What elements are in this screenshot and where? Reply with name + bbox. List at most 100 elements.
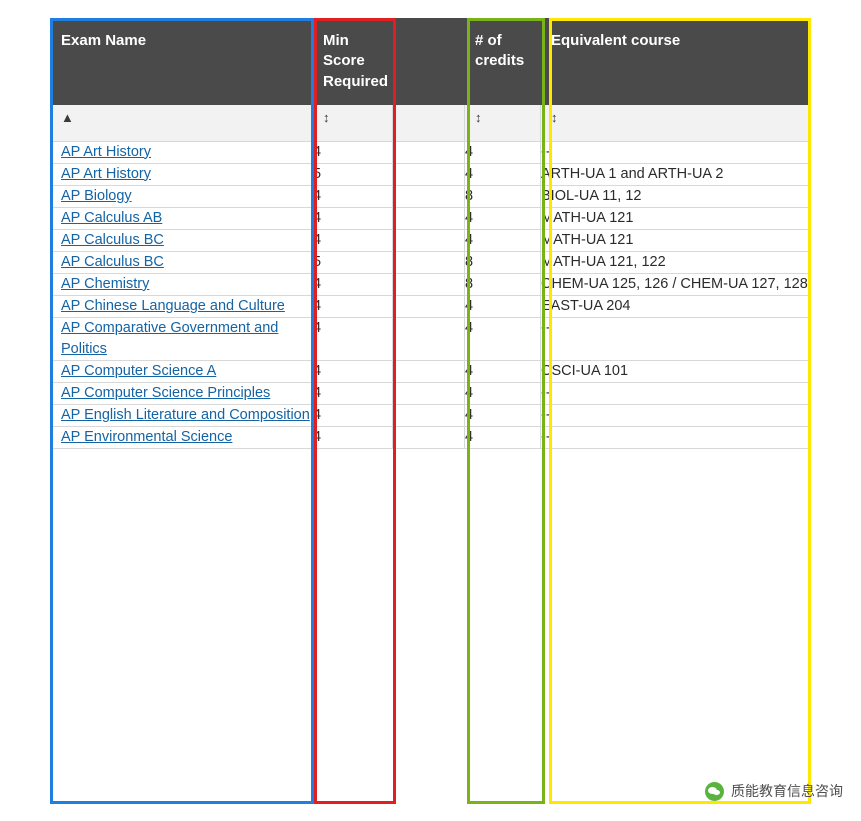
cell-equivalent-course: ARTH-UA 1 and ARTH-UA 2	[540, 162, 811, 186]
exam-name-link[interactable]: AP Calculus BC	[61, 232, 164, 248]
table-row: AP Art History 5 4 ARTH-UA 1 and ARTH-UA 2	[50, 162, 811, 186]
cell-min-score: 4	[312, 272, 393, 296]
cell-spacer	[392, 403, 465, 427]
cell-credits: 8	[464, 184, 541, 208]
sort-control-min-score[interactable]: ↕	[312, 103, 393, 142]
sort-both-icon: ↕	[551, 109, 558, 125]
exam-name-link[interactable]: AP Environmental Science	[61, 429, 232, 445]
sort-control-equivalent-course[interactable]: ↕	[540, 103, 811, 142]
table-header-row: Exam Name Min Score Required ? # of cred…	[50, 18, 811, 105]
exam-name-link[interactable]: AP Calculus BC	[61, 254, 164, 270]
column-header-min-score[interactable]: Min Score Required ?	[312, 18, 436, 105]
cell-min-score: 5	[312, 250, 393, 274]
table-row: AP Comparative Government and Politics 4 4…	[50, 316, 811, 361]
cell-credits: 4	[464, 206, 541, 230]
cell-equivalent-course: CSCI-UA 101	[540, 359, 811, 383]
column-header-credits-label: # of credits	[475, 32, 525, 70]
cell-equivalent-course: MATH-UA 121	[540, 206, 811, 230]
exam-name-link[interactable]: AP Computer Science Principles	[61, 385, 270, 401]
column-header-equivalent-course[interactable]: Equivalent course	[540, 18, 811, 105]
watermark: 质能教育信息咨询	[705, 781, 843, 801]
cell-spacer	[392, 272, 465, 296]
cell-credits: 4	[464, 359, 541, 383]
table-body: AP Art History 4 4 -- AP Art History 5 4 ARTH-U…	[50, 140, 811, 449]
cell-equivalent-course: CHEM-UA 125, 126 / CHEM-UA 127, 128	[540, 272, 811, 296]
sort-both-icon: ↕	[475, 109, 482, 125]
cell-spacer	[392, 250, 465, 274]
cell-min-score: 4	[312, 425, 393, 449]
cell-equivalent-course: EAST-UA 204	[540, 294, 811, 318]
cell-equivalent-course: --	[540, 381, 811, 405]
cell-min-score: 4	[312, 403, 393, 427]
cell-equivalent-course: MATH-UA 121, 122	[540, 250, 811, 274]
table-row: AP English Literature and Composition 4 4-…	[50, 403, 811, 427]
cell-credits: 4	[464, 140, 541, 164]
exam-name-link[interactable]: AP Art History	[61, 166, 151, 182]
cell-exam-name: AP Chinese Language and Culture	[50, 294, 313, 318]
column-header-credits[interactable]: # of credits	[464, 18, 541, 105]
exam-name-link[interactable]: AP Comparative Government and Politics	[61, 320, 278, 357]
cell-spacer	[392, 184, 465, 208]
cell-spacer	[392, 381, 465, 405]
column-header-spacer	[392, 18, 465, 105]
sort-both-icon: ↕	[323, 109, 330, 125]
cell-credits: 4	[464, 228, 541, 252]
cell-equivalent-course: --	[540, 140, 811, 164]
ap-credit-table-container: Exam Name Min Score Required ? # of cred…	[50, 18, 811, 449]
column-header-equivalent-course-label: Equivalent course	[551, 32, 681, 49]
table-row: AP Calculus AB 4 4 MATH-UA 121	[50, 206, 811, 230]
exam-name-link[interactable]: AP Chemistry	[61, 276, 149, 292]
cell-exam-name: AP Art History	[50, 162, 313, 186]
cell-spacer	[392, 140, 465, 164]
column-header-exam-name-label: Exam Name	[61, 32, 147, 49]
exam-name-link[interactable]: AP Biology	[61, 188, 132, 204]
watermark-text: 质能教育信息咨询	[731, 784, 843, 800]
exam-name-link[interactable]: AP Chinese Language and Culture	[61, 298, 285, 314]
column-header-exam-name[interactable]: Exam Name	[50, 18, 313, 105]
wechat-logo-icon	[705, 781, 724, 801]
cell-exam-name: AP Computer Science Principles	[50, 381, 313, 405]
cell-spacer	[392, 425, 465, 449]
column-header-min-score-label: Min Score Required	[323, 32, 389, 90]
table-row: AP Computer Science Principles 4 4 --	[50, 381, 811, 405]
cell-equivalent-course: --	[540, 403, 811, 427]
exam-name-link[interactable]: AP English Literature and Composition	[61, 407, 310, 423]
cell-exam-name: AP Computer Science A	[50, 359, 313, 383]
cell-credits: 4	[464, 162, 541, 186]
screenshot-root: Exam Name Min Score Required ? # of cred…	[0, 0, 861, 821]
cell-credits: 4	[464, 294, 541, 318]
cell-exam-name: AP Calculus AB	[50, 206, 313, 230]
cell-exam-name: AP Calculus BC	[50, 250, 313, 274]
cell-min-score: 5	[312, 162, 393, 186]
cell-exam-name: AP Chemistry	[50, 272, 313, 296]
exam-name-link[interactable]: AP Computer Science A	[61, 363, 216, 379]
cell-equivalent-course: BIOL-UA 11, 12	[540, 184, 811, 208]
cell-min-score: 4	[312, 140, 393, 164]
cell-min-score: 4	[312, 206, 393, 230]
cell-spacer	[392, 294, 465, 318]
cell-equivalent-course: MATH-UA 121	[540, 228, 811, 252]
cell-spacer	[392, 316, 465, 361]
cell-credits: 8	[464, 272, 541, 296]
cell-exam-name: AP Art History	[50, 140, 313, 164]
sort-control-exam-name[interactable]: ▲	[50, 103, 313, 142]
cell-min-score: 4	[312, 184, 393, 208]
table-row: AP Art History 4 4 --	[50, 140, 811, 164]
sort-control-credits[interactable]: ↕	[464, 103, 541, 142]
cell-credits: 8	[464, 250, 541, 274]
cell-min-score: 4	[312, 316, 393, 361]
sort-asc-icon: ▲	[61, 109, 74, 125]
table-row: AP Biology 4 8 BIOL-UA 11, 12	[50, 184, 811, 208]
table-row: AP Calculus BC 5 8 MATH-UA 121, 122	[50, 250, 811, 274]
table-sort-row: ▲ ↕ ↕ ↕	[50, 103, 811, 142]
cell-exam-name: AP English Literature and Composition	[50, 403, 313, 427]
exam-name-link[interactable]: AP Calculus AB	[61, 210, 162, 226]
cell-min-score: 4	[312, 381, 393, 405]
cell-spacer	[392, 206, 465, 230]
cell-spacer	[392, 162, 465, 186]
cell-credits: 4	[464, 425, 541, 449]
table-row: AP Environmental Science 4 4 --	[50, 425, 811, 449]
cell-exam-name: AP Comparative Government and Politics	[50, 316, 313, 361]
table-row: AP Calculus BC 4 4 MATH-UA 121	[50, 228, 811, 252]
exam-name-link[interactable]: AP Art History	[61, 144, 151, 160]
